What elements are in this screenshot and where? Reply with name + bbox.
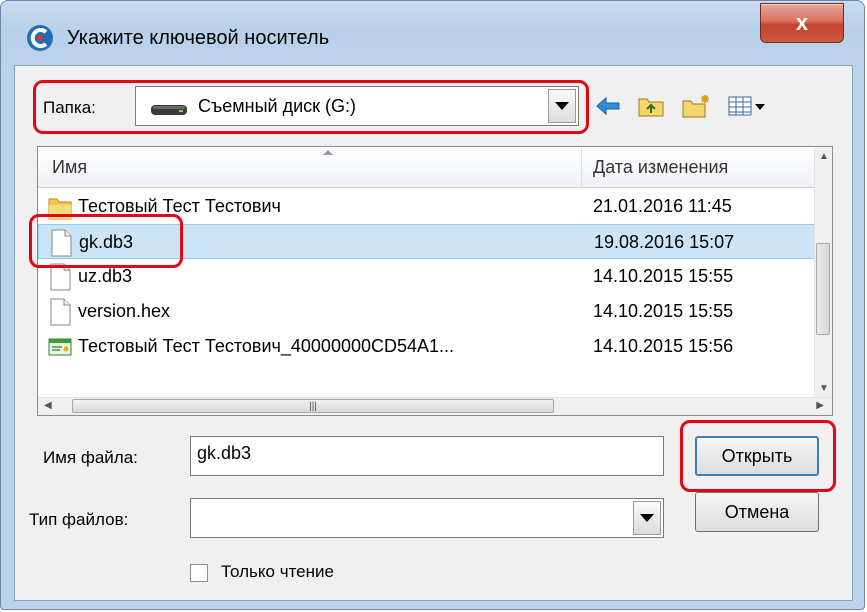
up-folder-icon[interactable] — [637, 94, 665, 118]
open-file-dialog: Укажите ключевой носитель x Папка: Съемн… — [0, 0, 865, 610]
horizontal-scroll-thumb[interactable]: ||| — [72, 399, 554, 413]
title-bar[interactable]: Укажите ключевой носитель x — [1, 1, 864, 69]
open-button-highlight-frame — [680, 420, 836, 492]
app-logo-icon — [27, 25, 53, 51]
file-date: 14.10.2015 15:55 — [593, 266, 734, 286]
filename-label: Имя файла: — [43, 448, 138, 467]
horizontal-scrollbar[interactable]: ◀ ||| ▶ — [38, 397, 832, 415]
close-button[interactable]: x — [760, 3, 844, 43]
list-item[interactable]: Тестовый Тест Тестович_40000000CD54A1...… — [38, 329, 818, 364]
vertical-scroll-thumb[interactable] — [816, 243, 830, 335]
file-name: uz.db3 — [78, 266, 133, 286]
new-folder-icon[interactable] — [681, 93, 711, 119]
list-header: Имя Дата изменения — [38, 147, 818, 188]
column-header-name[interactable]: Имя — [52, 157, 87, 178]
selected-file-highlight-frame — [29, 214, 183, 268]
chevron-down-icon — [640, 514, 654, 522]
window-title: Укажите ключевой носитель — [67, 27, 330, 49]
scroll-down-icon[interactable]: ▼ — [819, 383, 829, 394]
file-name: Тестовый Тест Тестович_40000000CD54A1... — [78, 336, 455, 356]
filetype-dropdown-button[interactable] — [633, 501, 661, 535]
sort-indicator-icon — [323, 150, 333, 155]
file-date: 21.01.2016 11:45 — [593, 196, 732, 216]
filetype-label: Тип файлов: — [29, 510, 129, 529]
readonly-label: Только чтение — [221, 562, 334, 581]
file-date: 14.10.2015 15:55 — [593, 301, 734, 321]
file-icon — [50, 298, 71, 326]
view-menu-icon[interactable] — [727, 94, 767, 118]
scroll-left-icon[interactable]: ◀ — [44, 400, 52, 411]
certificate-icon — [48, 338, 72, 356]
list-item[interactable]: version.hex 14.10.2015 15:55 — [38, 294, 818, 329]
grip-icon: ||| — [309, 400, 317, 412]
file-date: 14.10.2015 15:56 — [593, 336, 734, 356]
folder-toolbar — [595, 90, 767, 122]
back-arrow-icon[interactable] — [595, 95, 621, 117]
dialog-body: Папка: Съемный диск (G:) Имя Дата измене… — [14, 65, 853, 601]
scroll-right-icon[interactable]: ▶ — [816, 400, 824, 411]
scroll-up-icon[interactable]: ▲ — [819, 151, 829, 162]
filetype-dropdown[interactable] — [190, 498, 664, 538]
filename-input[interactable]: gk.db3 — [190, 436, 664, 476]
file-list[interactable]: Имя Дата изменения Тестовый Тест Тестови… — [37, 146, 833, 416]
folder-highlight-frame — [33, 80, 589, 134]
column-divider[interactable] — [581, 147, 582, 187]
cancel-button[interactable]: Отмена — [695, 492, 819, 532]
column-header-date[interactable]: Дата изменения — [593, 157, 728, 178]
file-name: version.hex — [78, 301, 171, 321]
readonly-checkbox[interactable] — [190, 564, 208, 582]
file-date: 19.08.2016 15:07 — [594, 232, 735, 252]
vertical-scrollbar[interactable]: ▲ ▼ — [814, 147, 832, 398]
